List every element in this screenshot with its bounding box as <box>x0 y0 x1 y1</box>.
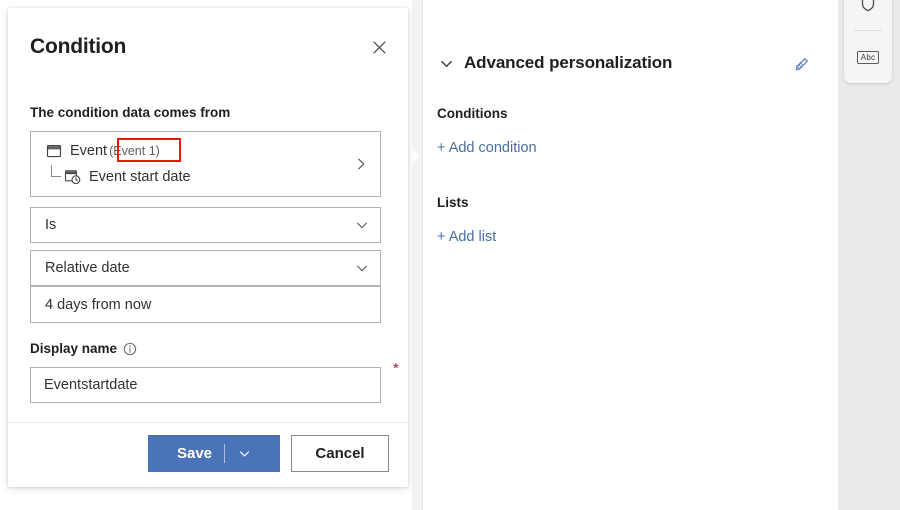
info-icon[interactable] <box>123 342 137 356</box>
picker-entity-row: Event (Event 1) <box>45 142 160 159</box>
operator-value: Is <box>31 217 56 233</box>
chevron-down-icon[interactable] <box>354 217 370 233</box>
floating-toolbar: Abc <box>844 0 892 83</box>
advanced-personalization-title: Advanced personalization <box>464 53 672 73</box>
chevron-right-icon[interactable] <box>353 156 369 172</box>
relative-date-value: 4 days from now <box>31 297 151 313</box>
operator-dropdown[interactable]: Is <box>30 207 381 243</box>
chevron-down-icon[interactable] <box>237 447 251 461</box>
chevron-down-icon[interactable] <box>437 54 455 72</box>
display-name-label-group: Display name <box>30 341 137 356</box>
shield-badge-icon <box>859 0 877 19</box>
calendar-icon <box>45 142 62 159</box>
pen-edit-icon[interactable] <box>789 50 815 76</box>
display-name-input-wrapper[interactable] <box>30 367 381 403</box>
abc-text-icon: Abc <box>857 51 879 64</box>
add-list-link[interactable]: + Add list <box>437 229 496 245</box>
background-gutter <box>412 0 422 510</box>
add-condition-link[interactable]: + Add condition <box>437 140 537 156</box>
footer-divider <box>8 422 408 423</box>
calendar-clock-icon <box>64 168 81 185</box>
picker-entity-name: Event <box>70 143 107 159</box>
tree-elbow-connector <box>51 165 61 177</box>
screen-root: Abc Advanced personalization Conditions … <box>0 0 900 510</box>
close-icon <box>372 40 387 60</box>
picker-field-row: Event start date <box>64 168 191 185</box>
condition-source-picker[interactable]: Event (Event 1) Event start date <box>30 131 381 197</box>
advanced-personalization-header[interactable]: Advanced personalization <box>437 48 817 78</box>
value-type-dropdown[interactable]: Relative date <box>30 250 381 286</box>
relative-date-value-field[interactable]: 4 days from now <box>30 286 381 323</box>
shield-tool-button[interactable] <box>844 0 892 24</box>
text-tool-button[interactable]: Abc <box>844 40 892 74</box>
display-name-input[interactable] <box>31 376 380 394</box>
source-field-label: The condition data comes from <box>30 105 230 120</box>
value-type-value: Relative date <box>31 260 130 276</box>
save-button[interactable]: Save <box>148 435 280 472</box>
toolbar-divider <box>854 30 882 31</box>
picker-field-name: Event start date <box>89 169 191 185</box>
required-asterisk: * <box>393 361 399 376</box>
lists-section-label: Lists <box>437 195 469 210</box>
condition-dialog: Condition The condition data comes from <box>8 8 408 487</box>
picker-entity-qualifier: (Event 1) <box>109 144 160 158</box>
save-split-divider <box>224 444 225 463</box>
cancel-button[interactable]: Cancel <box>291 435 389 472</box>
page-title: Condition <box>30 35 126 59</box>
save-button-label: Save <box>177 445 212 462</box>
display-name-label: Display name <box>30 341 117 356</box>
chevron-down-icon[interactable] <box>354 260 370 276</box>
conditions-section-label: Conditions <box>437 106 508 121</box>
close-button[interactable] <box>364 35 394 65</box>
